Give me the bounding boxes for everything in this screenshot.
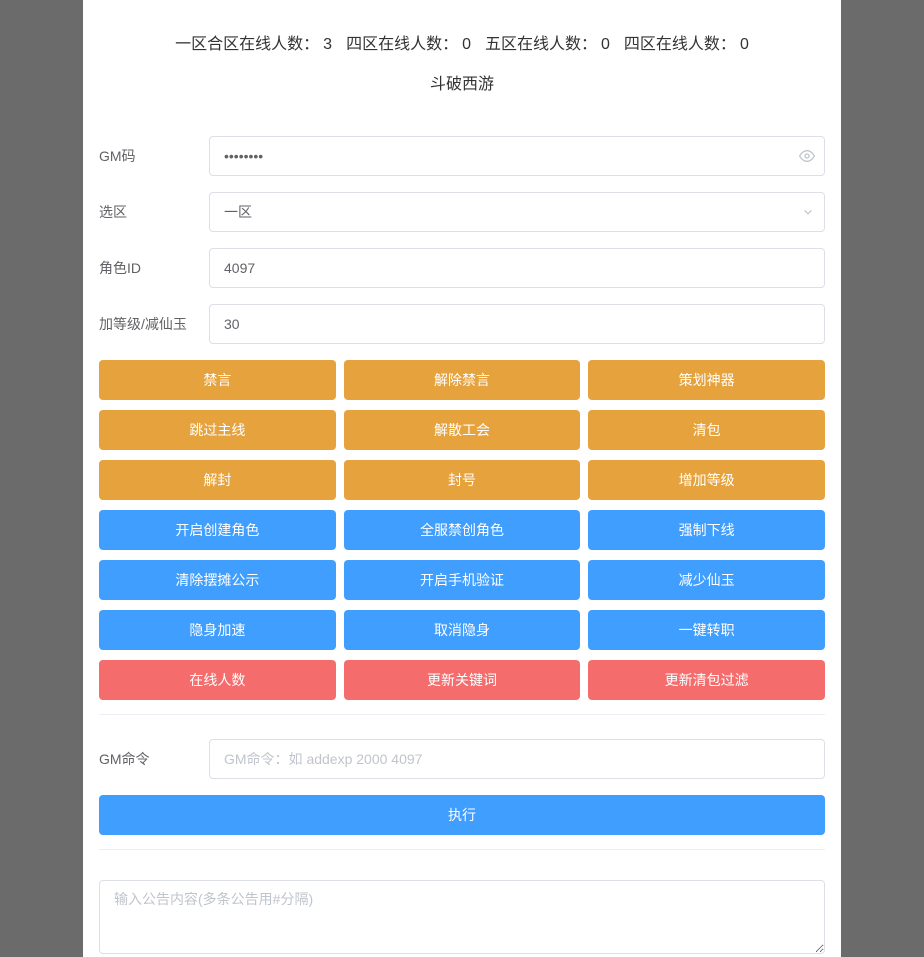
- stat-zone4a: 四区在线人数：0: [346, 30, 471, 54]
- btn-one-key-job[interactable]: 一键转职: [588, 610, 825, 650]
- btn-ban[interactable]: 封号: [344, 460, 581, 500]
- stat-value: 0: [740, 36, 749, 53]
- btn-reduce-gem[interactable]: 减少仙玉: [588, 560, 825, 600]
- btn-stealth-speed[interactable]: 隐身加速: [99, 610, 336, 650]
- eye-icon[interactable]: [799, 148, 815, 164]
- stat-value: 0: [462, 36, 471, 53]
- label-gm-code: GM码: [99, 146, 209, 166]
- stat-label: 四区在线人数：: [624, 36, 736, 53]
- stats-line: 一区合区在线人数：3 四区在线人数：0 五区在线人数：0 四区在线人数：0: [103, 30, 821, 54]
- btn-clear-stall[interactable]: 清除摆摊公示: [99, 560, 336, 600]
- btn-add-level[interactable]: 增加等级: [588, 460, 825, 500]
- stat-label: 一区合区在线人数：: [175, 36, 319, 53]
- stat-value: 0: [601, 36, 610, 53]
- gm-command-input[interactable]: [209, 739, 825, 779]
- button-grid-blue: 开启创建角色 全服禁创角色 强制下线 清除摆摊公示 开启手机验证 减少仙玉 隐身…: [99, 510, 825, 650]
- btn-cancel-stealth[interactable]: 取消隐身: [344, 610, 581, 650]
- stat-zone4b: 四区在线人数：0: [624, 30, 749, 54]
- label-zone: 选区: [99, 202, 209, 222]
- row-zone: 选区: [99, 192, 825, 232]
- row-gm-command: GM命令: [99, 739, 825, 779]
- stat-label: 四区在线人数：: [346, 36, 458, 53]
- btn-clear-bag[interactable]: 清包: [588, 410, 825, 450]
- form-panel: GM码 选区 角色ID 加等级/减仙玉: [83, 112, 841, 957]
- divider-2: [99, 849, 825, 850]
- row-level-gem: 加等级/减仙玉: [99, 304, 825, 344]
- btn-planner-artifact[interactable]: 策划神器: [588, 360, 825, 400]
- level-gem-input[interactable]: [209, 304, 825, 344]
- stat-value: 3: [323, 36, 332, 53]
- btn-mute[interactable]: 禁言: [99, 360, 336, 400]
- btn-online-count[interactable]: 在线人数: [99, 660, 336, 700]
- btn-enable-phone-verify[interactable]: 开启手机验证: [344, 560, 581, 600]
- btn-update-clearbag-filter[interactable]: 更新清包过滤: [588, 660, 825, 700]
- game-title: 斗破西游: [103, 70, 821, 94]
- button-grid-orange: 禁言 解除禁言 策划神器 跳过主线 解散工会 清包 解封 封号 增加等级: [99, 360, 825, 500]
- stat-label: 五区在线人数：: [485, 36, 597, 53]
- gm-code-input[interactable]: [209, 136, 825, 176]
- execute-button[interactable]: 执行: [99, 795, 825, 835]
- row-role-id: 角色ID: [99, 248, 825, 288]
- button-grid-red: 在线人数 更新关键词 更新清包过滤: [99, 660, 825, 700]
- btn-enable-create-role[interactable]: 开启创建角色: [99, 510, 336, 550]
- header: 一区合区在线人数：3 四区在线人数：0 五区在线人数：0 四区在线人数：0 斗破…: [83, 0, 841, 112]
- zone-select[interactable]: [209, 192, 825, 232]
- btn-disband-guild[interactable]: 解散工会: [344, 410, 581, 450]
- stat-zone5: 五区在线人数：0: [485, 30, 610, 54]
- btn-server-ban-create[interactable]: 全服禁创角色: [344, 510, 581, 550]
- btn-unban[interactable]: 解封: [99, 460, 336, 500]
- btn-force-offline[interactable]: 强制下线: [588, 510, 825, 550]
- btn-unmute[interactable]: 解除禁言: [344, 360, 581, 400]
- role-id-input[interactable]: [209, 248, 825, 288]
- label-level-gem: 加等级/减仙玉: [99, 314, 209, 334]
- btn-update-keywords[interactable]: 更新关键词: [344, 660, 581, 700]
- btn-skip-main[interactable]: 跳过主线: [99, 410, 336, 450]
- divider: [99, 714, 825, 715]
- announcement-textarea[interactable]: [99, 880, 825, 954]
- stat-zone1: 一区合区在线人数：3: [175, 30, 332, 54]
- admin-panel: 一区合区在线人数：3 四区在线人数：0 五区在线人数：0 四区在线人数：0 斗破…: [83, 0, 841, 957]
- label-gm-command: GM命令: [99, 749, 209, 769]
- label-role-id: 角色ID: [99, 258, 209, 278]
- row-gm-code: GM码: [99, 136, 825, 176]
